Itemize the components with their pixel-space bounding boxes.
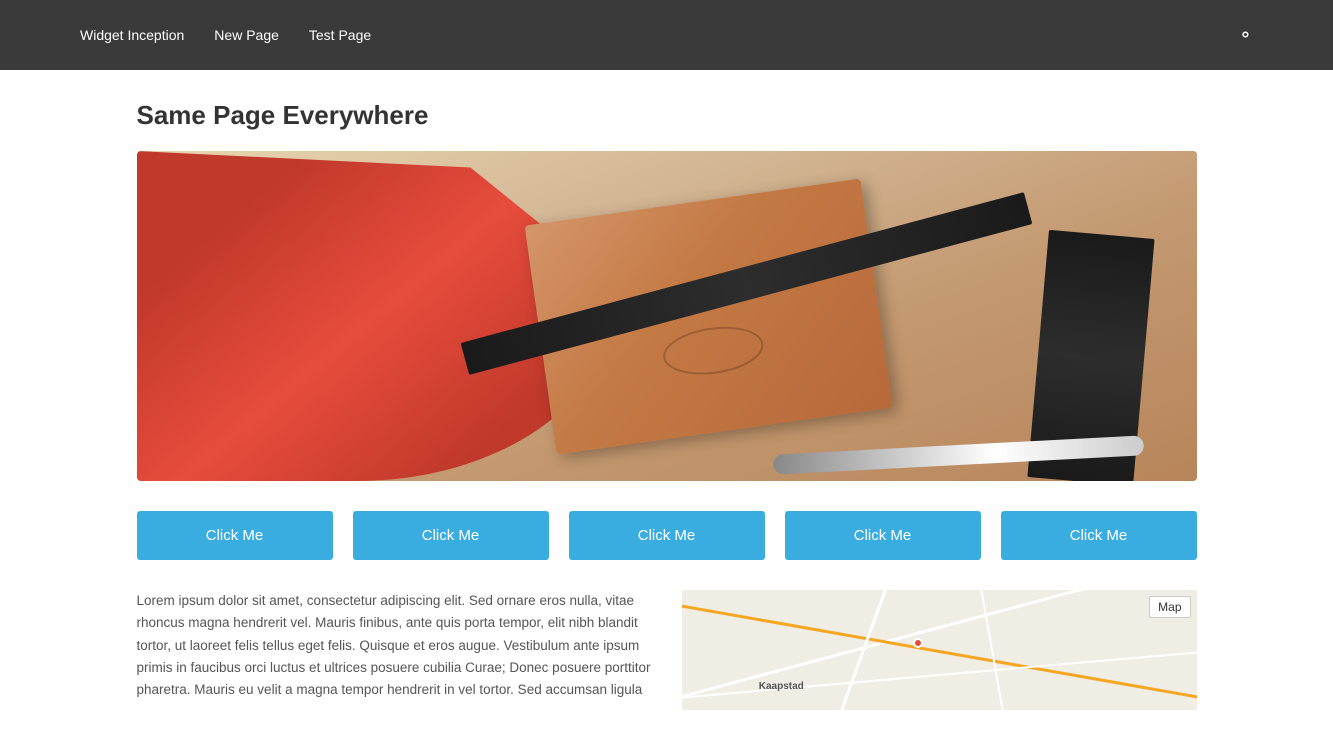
hero-image — [137, 151, 1197, 481]
map-grid — [682, 590, 1197, 710]
nav-link-test-page[interactable]: Test Page — [309, 27, 371, 43]
hero-placeholder — [137, 151, 1197, 481]
map-widget[interactable]: Kaapstad Map — [682, 590, 1197, 710]
map-location-label: Kaapstad — [759, 681, 804, 692]
click-button-4[interactable]: Click Me — [785, 511, 981, 560]
buttons-row: Click Me Click Me Click Me Click Me Clic… — [137, 511, 1197, 560]
nav-links: Widget Inception New Page Test Page — [80, 27, 371, 43]
click-button-1[interactable]: Click Me — [137, 511, 333, 560]
nav-link-new-page[interactable]: New Page — [214, 27, 279, 43]
notebook-emboss — [660, 320, 767, 380]
bottom-section: Lorem ipsum dolor sit amet, consectetur … — [137, 590, 1197, 710]
nav-link-widget-inception[interactable]: Widget Inception — [80, 27, 184, 43]
map-placeholder: Kaapstad Map — [682, 590, 1197, 710]
click-button-5[interactable]: Click Me — [1001, 511, 1197, 560]
main-content: Same Page Everywhere Click Me Click Me C… — [117, 70, 1217, 730]
click-button-3[interactable]: Click Me — [569, 511, 765, 560]
map-type-label[interactable]: Map — [1149, 596, 1190, 618]
click-button-2[interactable]: Click Me — [353, 511, 549, 560]
page-title: Same Page Everywhere — [137, 100, 1197, 131]
map-road — [831, 590, 895, 710]
body-text: Lorem ipsum dolor sit amet, consectetur … — [137, 590, 652, 710]
search-button[interactable]: ⚬ — [1238, 25, 1253, 46]
map-road — [682, 590, 1197, 710]
navigation: Widget Inception New Page Test Page ⚬ — [0, 0, 1333, 70]
